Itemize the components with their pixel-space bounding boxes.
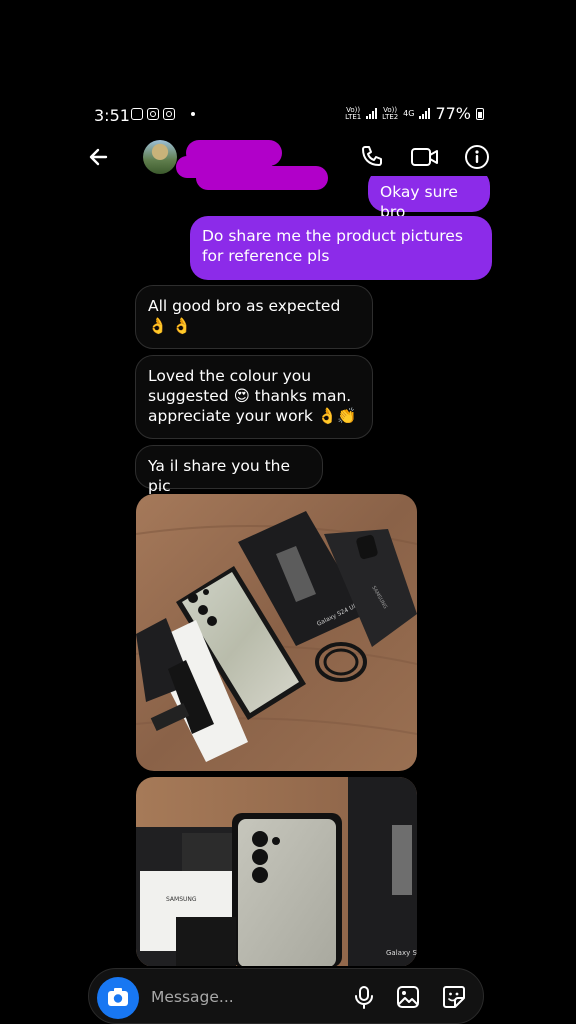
sticker-icon[interactable]	[441, 984, 467, 1010]
shared-photo-phone-unboxing[interactable]: Galaxy S24 Ultra SAMSUNG	[136, 494, 417, 771]
message-incoming[interactable]: Loved the colour you suggested 😍 thanks …	[135, 355, 373, 439]
sim1-signal-icon	[366, 108, 378, 119]
message-list[interactable]: Okay sure bro Do share me the product pi…	[0, 176, 576, 966]
sim2-label: Vo)) LTE2	[382, 105, 399, 121]
phone-icon[interactable]	[358, 144, 384, 170]
message-input[interactable]	[151, 985, 341, 1009]
battery-icon	[476, 107, 484, 120]
instagram-notification-icon	[147, 108, 159, 120]
video-call-icon[interactable]	[410, 144, 440, 170]
message-text: Loved the colour you suggested 😍 thanks …	[148, 367, 357, 425]
camera-icon	[108, 988, 128, 1006]
info-icon[interactable]	[464, 144, 490, 170]
camera-button[interactable]	[97, 977, 139, 1019]
gallery-notification-icon	[131, 108, 143, 120]
status-bar: 3:51 Vo)) LTE1 Vo)) LTE2 4G 77%	[0, 100, 576, 130]
back-arrow-icon[interactable]	[86, 144, 112, 170]
message-incoming[interactable]: Ya il share you the pic	[135, 445, 323, 495]
network-type: 4G	[403, 109, 415, 118]
message-composer	[88, 968, 484, 1024]
microphone-icon[interactable]	[351, 984, 377, 1010]
message-incoming[interactable]: All good bro as expected 👌 👌	[135, 285, 373, 349]
instagram-notification-icon-2	[163, 108, 175, 120]
battery-percent: 77%	[435, 104, 471, 123]
message-text: Do share me the product pictures for ref…	[202, 227, 463, 265]
photo2-box-brand: SAMSUNG	[166, 896, 197, 903]
photo2-model-text: Galaxy S	[386, 949, 417, 957]
notification-icons	[131, 108, 195, 120]
message-text: Ya il share you the pic	[148, 457, 291, 495]
contact-avatar[interactable]	[143, 140, 177, 174]
message-text: All good bro as expected 👌 👌	[148, 297, 341, 335]
message-outgoing[interactable]: Do share me the product pictures for ref…	[190, 216, 492, 280]
status-time: 3:51	[94, 106, 130, 125]
sim2-signal-icon	[419, 108, 431, 119]
gallery-icon[interactable]	[395, 984, 421, 1010]
sim1-label: Vo)) LTE1	[345, 105, 362, 121]
message-outgoing[interactable]: Okay sure bro	[368, 176, 490, 221]
more-notifications-dot-icon	[191, 112, 195, 116]
status-indicators: Vo)) LTE1 Vo)) LTE2 4G 77%	[345, 104, 484, 123]
shared-photo-phone-back[interactable]: SAMSUNG Galaxy S	[136, 777, 417, 966]
